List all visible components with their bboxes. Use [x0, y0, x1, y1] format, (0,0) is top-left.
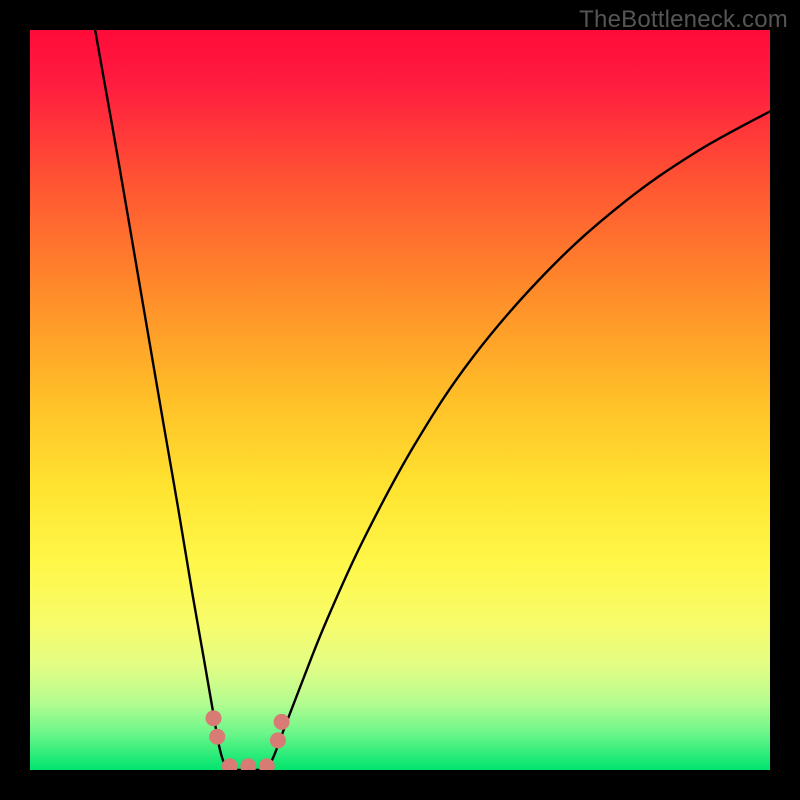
chart-frame: [30, 30, 770, 770]
marker-point-f: [270, 732, 286, 748]
marker-point-b: [209, 729, 225, 745]
watermark: TheBottleneck.com: [579, 6, 788, 34]
chart-canvas: [30, 30, 770, 770]
marker-point-g: [274, 714, 290, 730]
marker-point-a: [206, 710, 222, 726]
gradient-background: [30, 30, 770, 770]
